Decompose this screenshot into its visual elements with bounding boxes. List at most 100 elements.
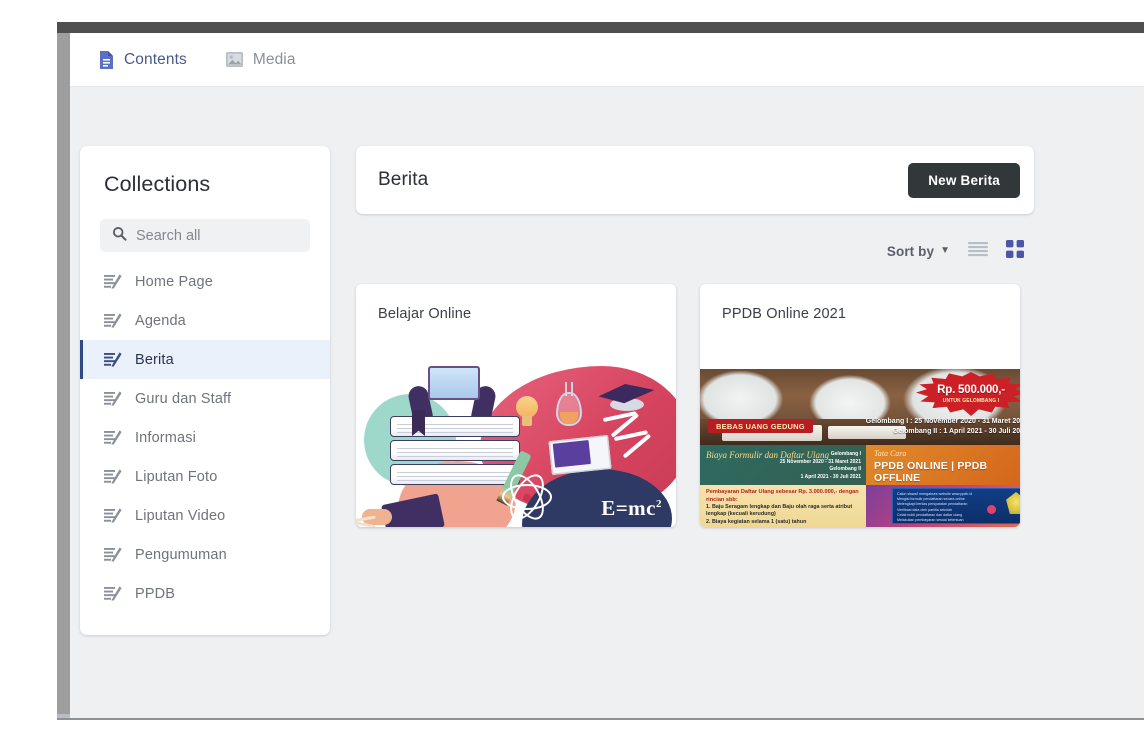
card-title: PPDB Online 2021 — [722, 306, 847, 322]
flyer-middle-band: Biaya Formulir dan Daftar Ulang Gelomban… — [700, 445, 1020, 485]
sidebar-item-label: PPDB — [135, 585, 176, 602]
flyer-step-line: Melakukan pembayaran sesuai ketentuan — [897, 518, 964, 523]
illustration-formula: E=mc2 — [601, 496, 662, 521]
flyer-payment-item-1: 1. Baju Seragam lengkap dan Baju olah ra… — [706, 504, 853, 518]
edit-document-icon — [104, 469, 122, 484]
window-title-bar — [57, 22, 1144, 33]
flyer-badge: BEBAS UANG GEDUNG — [708, 419, 813, 433]
edit-document-icon — [104, 547, 122, 562]
edit-document-icon — [104, 586, 122, 601]
tab-contents-label: Contents — [124, 50, 187, 68]
flyer-decor-dot — [987, 505, 996, 514]
edit-document-icon — [104, 352, 122, 367]
search-icon — [112, 226, 127, 246]
illustration-notebook — [548, 434, 612, 476]
flyer-price-subtitle: UNTUK GELOMBANG I — [942, 398, 1000, 404]
sidebar-item-label: Agenda — [135, 312, 186, 329]
sidebar-item-berita[interactable]: Berita — [80, 340, 330, 379]
sort-by-label: Sort by — [886, 243, 935, 259]
sidebar-item-guru-dan-staff[interactable]: Guru dan Staff — [80, 379, 330, 418]
chevron-down-icon: ▼ — [940, 245, 950, 256]
flyer-howto-panel: Tata Cara PPDB ONLINE | PPDB OFFLINE — [866, 445, 1020, 485]
flyer-fees-date-2: 25 November 2020 - 31 Maret 2021 — [779, 458, 861, 465]
illustration-flask — [552, 382, 586, 430]
edit-document-icon — [104, 508, 122, 523]
illustration-book-stack — [390, 410, 520, 498]
sidebar-item-ppdb[interactable]: PPDB — [80, 574, 330, 613]
sidebar-item-label: Home Page — [135, 273, 213, 290]
flyer-bottom-band: Pembayaran Daftar Ulang sebesar Rp. 3.00… — [700, 485, 1020, 527]
page-title: Berita — [378, 169, 429, 190]
sidebar-item-label: Liputan Foto — [135, 468, 218, 485]
illustration-laptop — [428, 366, 480, 400]
window-left-rail — [57, 33, 70, 718]
flyer-fees-date-3: Gelombang II — [829, 466, 861, 472]
flyer-payment-details: Pembayaran Daftar Ulang sebesar Rp. 3.00… — [700, 485, 866, 527]
tab-media-label: Media — [252, 50, 296, 68]
search-input[interactable] — [136, 227, 298, 244]
flyer-fees-date-1: Gelombang I — [830, 451, 861, 457]
flyer-steps-box: Calon siswa/i mengakses website www.ppdb… — [892, 488, 1020, 524]
collections-title: Collections — [104, 172, 211, 196]
illustration-leaf — [356, 477, 404, 527]
sidebar-item-informasi[interactable]: Informasi — [80, 418, 330, 457]
sidebar-item-label: Informasi — [135, 429, 196, 446]
edit-document-icon — [104, 274, 122, 289]
flyer-fees-date-4: 1 April 2021 - 30 Juli 2021 — [800, 473, 861, 480]
sidebar-item-pengumuman[interactable]: Pengumuman — [80, 535, 330, 574]
grid-view-icon[interactable] — [1006, 239, 1024, 263]
collections-sidebar: Collections Search all Home Page Agenda … — [80, 146, 330, 635]
window-bottom-shadow — [57, 718, 1144, 720]
app-frame: Contents Media Collections Search all Ho… — [70, 33, 1144, 718]
sidebar-item-liputan-video[interactable]: Liputan Video — [80, 496, 330, 535]
flyer-wave-1: Gelombang I : 25 November 2020 - 31 Mare… — [865, 418, 1020, 425]
sidebar-item-label: Pengumuman — [135, 546, 227, 563]
screenshot-root: Contents Media Collections Search all Ho… — [0, 0, 1144, 752]
flyer-price-starburst: Rp. 500.000,- UNTUK GELOMBANG I — [916, 372, 1020, 416]
new-berita-button[interactable]: New Berita — [908, 162, 1020, 198]
flyer-wave-2: Gelombang II : 1 April 2021 - 30 Juli 20… — [892, 428, 1020, 435]
illustration-lightbulb — [514, 396, 540, 430]
flyer-payment-item-2: 2. Biaya kegiatan selama 1 (satu) tahun — [706, 518, 807, 525]
sort-by-dropdown[interactable]: Sort by ▼ — [887, 244, 950, 259]
document-icon — [98, 50, 115, 70]
app-header: Contents Media — [70, 33, 1144, 87]
edit-document-icon — [104, 430, 122, 445]
flyer-photo-band: Rp. 500.000,- UNTUK GELOMBANG I BEBAS UA… — [700, 369, 1020, 445]
illustration-atom — [502, 468, 552, 526]
main-column: Berita New Berita Sort by ▼ Belajar Onli… — [356, 146, 1034, 527]
flyer-price: Rp. 500.000,- — [937, 384, 1005, 396]
illustration-formula-text: E=mc — [601, 496, 656, 520]
flyer-fees-panel: Biaya Formulir dan Daftar Ulang Gelomban… — [700, 445, 866, 485]
ppdb-flyer-image: Rp. 500.000,- UNTUK GELOMBANG I BEBAS UA… — [700, 369, 1020, 527]
sidebar-item-label: Liputan Video — [135, 507, 226, 524]
flyer-steps-panel: Calon siswa/i mengakses website www.ppdb… — [866, 485, 1020, 527]
edit-document-icon — [104, 313, 122, 328]
tab-contents[interactable]: Contents — [98, 50, 187, 70]
card-title: Belajar Online — [378, 306, 472, 322]
flyer-fees-dates: Gelombang I 25 November 2020 - 31 Maret … — [780, 451, 861, 481]
sidebar-item-label: Berita — [135, 351, 174, 368]
sidebar-item-home-page[interactable]: Home Page — [80, 262, 330, 301]
collections-list: Home Page Agenda Berita Guru dan Staff I… — [80, 262, 330, 613]
list-view-icon[interactable] — [968, 241, 988, 262]
entry-card-ppdb-online-2021[interactable]: PPDB Online 2021 Rp. 500.000,- UNTUK GEL… — [700, 284, 1020, 527]
cards-grid: Belajar Online E=mc2 PPDB Online 2021 Rp… — [356, 284, 1034, 527]
tab-media[interactable]: Media — [225, 51, 296, 69]
sidebar-item-liputan-foto[interactable]: Liputan Foto — [80, 457, 330, 496]
flyer-payment-head: Pembayaran Daftar Ulang sebesar Rp. 3.00… — [706, 489, 859, 503]
image-icon — [225, 51, 244, 68]
entry-card-belajar-online[interactable]: Belajar Online E=mc2 — [356, 284, 676, 527]
sidebar-item-agenda[interactable]: Agenda — [80, 301, 330, 340]
flyer-howto-title: PPDB ONLINE | PPDB OFFLINE — [874, 460, 988, 484]
education-illustration: E=mc2 — [356, 358, 676, 527]
list-toolbar: Sort by ▼ — [356, 230, 1034, 272]
collection-header: Berita New Berita — [356, 146, 1034, 214]
ppdb-flyer: Rp. 500.000,- UNTUK GELOMBANG I BEBAS UA… — [700, 369, 1020, 527]
search-field[interactable] — [100, 219, 310, 252]
flyer-wave-dates: Gelombang I : 25 November 2020 - 31 Mare… — [866, 417, 1020, 437]
content-area: Collections Search all Home Page Agenda … — [70, 88, 1144, 718]
flyer-howto-script: Tata Cara — [874, 449, 907, 458]
edit-document-icon — [104, 391, 122, 406]
illustration-formula-exponent: 2 — [656, 498, 662, 510]
